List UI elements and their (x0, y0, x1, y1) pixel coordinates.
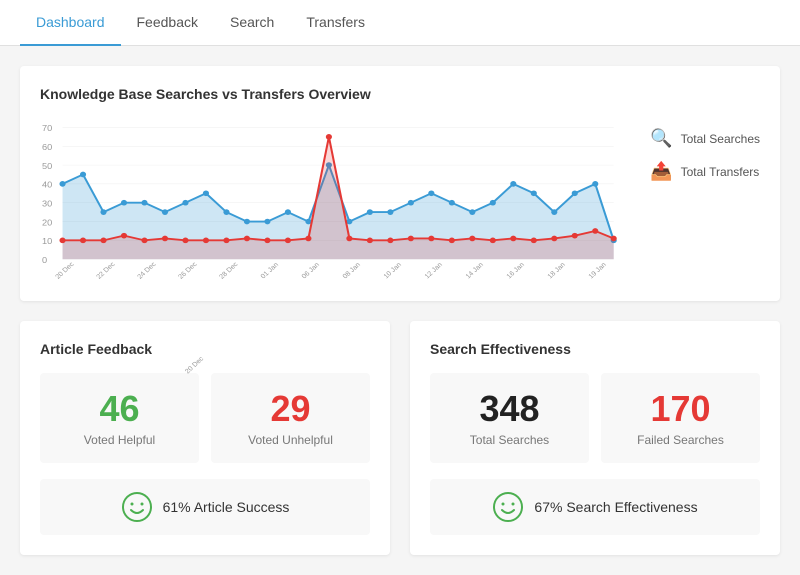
svg-text:06 Jan: 06 Jan (301, 261, 321, 280)
chart-area: 70 60 50 40 30 20 10 0 (40, 118, 634, 281)
voted-unhelpful-number: 29 (227, 389, 354, 429)
svg-text:40: 40 (42, 180, 52, 190)
chart-svg: 70 60 50 40 30 20 10 0 (40, 118, 634, 278)
svg-text:10: 10 (42, 236, 52, 246)
svg-text:10 Jan: 10 Jan (383, 261, 403, 280)
svg-text:20 Dec: 20 Dec (54, 261, 76, 281)
search-icon: 🔍 (650, 128, 672, 149)
chart-card: Knowledge Base Searches vs Transfers Ove… (20, 66, 780, 301)
svg-text:08 Jan: 08 Jan (342, 261, 362, 280)
svg-text:70: 70 (42, 124, 52, 134)
article-stats-row: 46 Voted Helpful 29 Voted Unhelpful (40, 373, 370, 463)
search-effectiveness-pct: 67% Search Effectiveness (534, 499, 697, 515)
chart-container: 70 60 50 40 30 20 10 0 (40, 118, 760, 281)
tab-bar: Dashboard Feedback Search Transfers (0, 0, 800, 46)
svg-text:26 Dec: 26 Dec (177, 261, 199, 281)
tab-dashboard[interactable]: Dashboard (20, 0, 121, 46)
total-searches-box: 348 Total Searches (430, 373, 589, 463)
svg-text:12 Jan: 12 Jan (424, 261, 444, 280)
search-stats-row: 348 Total Searches 170 Failed Searches (430, 373, 760, 463)
voted-helpful-box: 46 Voted Helpful (40, 373, 199, 463)
svg-text:01 Jan: 01 Jan (260, 261, 280, 280)
article-feedback-title: Article Feedback (40, 341, 370, 357)
article-feedback-card: Article Feedback 46 Voted Helpful 29 Vot… (20, 321, 390, 555)
chart-legend: 🔍 Total Searches 📤 Total Transfers (634, 118, 760, 182)
svg-text:28 Dec: 28 Dec (218, 261, 240, 281)
search-effectiveness-title: Search Effectiveness (430, 341, 760, 357)
legend-total-transfers: 📤 Total Transfers (650, 161, 760, 182)
article-success-banner: 61% Article Success (40, 479, 370, 535)
failed-searches-number: 170 (617, 389, 744, 429)
voted-helpful-number: 46 (56, 389, 183, 429)
svg-text:18 Jan: 18 Jan (547, 261, 567, 280)
smiley-icon-search (492, 491, 524, 523)
failed-searches-label: Failed Searches (617, 433, 744, 447)
page-wrapper: Dashboard Feedback Search Transfers Know… (0, 0, 800, 575)
cards-row: Article Feedback 46 Voted Helpful 29 Vot… (20, 321, 780, 555)
legend-searches-label: Total Searches (681, 132, 760, 146)
search-effectiveness-banner: 67% Search Effectiveness (430, 479, 760, 535)
transfer-icon: 📤 (650, 161, 672, 182)
chart-title: Knowledge Base Searches vs Transfers Ove… (40, 86, 760, 102)
voted-unhelpful-label: Voted Unhelpful (227, 433, 354, 447)
tab-transfers[interactable]: Transfers (290, 0, 381, 46)
svg-text:22 Dec: 22 Dec (95, 261, 117, 281)
svg-text:19 Jan: 19 Jan (588, 261, 608, 280)
svg-text:60: 60 (42, 142, 52, 152)
legend-total-searches: 🔍 Total Searches (650, 128, 760, 149)
main-content: Knowledge Base Searches vs Transfers Ove… (0, 46, 800, 575)
tab-feedback[interactable]: Feedback (121, 0, 214, 46)
voted-unhelpful-box: 29 Voted Unhelpful (211, 373, 370, 463)
tab-search[interactable]: Search (214, 0, 290, 46)
total-searches-number: 348 (446, 389, 573, 429)
legend-transfers-label: Total Transfers (681, 165, 760, 179)
svg-text:30: 30 (42, 199, 52, 209)
svg-text:20: 20 (42, 218, 52, 228)
total-searches-label: Total Searches (446, 433, 573, 447)
svg-text:50: 50 (42, 161, 52, 171)
failed-searches-box: 170 Failed Searches (601, 373, 760, 463)
search-effectiveness-card: Search Effectiveness 348 Total Searches … (410, 321, 780, 555)
voted-helpful-label: Voted Helpful (56, 433, 183, 447)
svg-text:14 Jan: 14 Jan (465, 261, 485, 280)
svg-text:24 Dec: 24 Dec (136, 261, 158, 281)
svg-text:0: 0 (42, 255, 47, 265)
svg-text:16 Jan: 16 Jan (506, 261, 526, 280)
smiley-icon-article (121, 491, 153, 523)
article-success-pct: 61% Article Success (163, 499, 290, 515)
